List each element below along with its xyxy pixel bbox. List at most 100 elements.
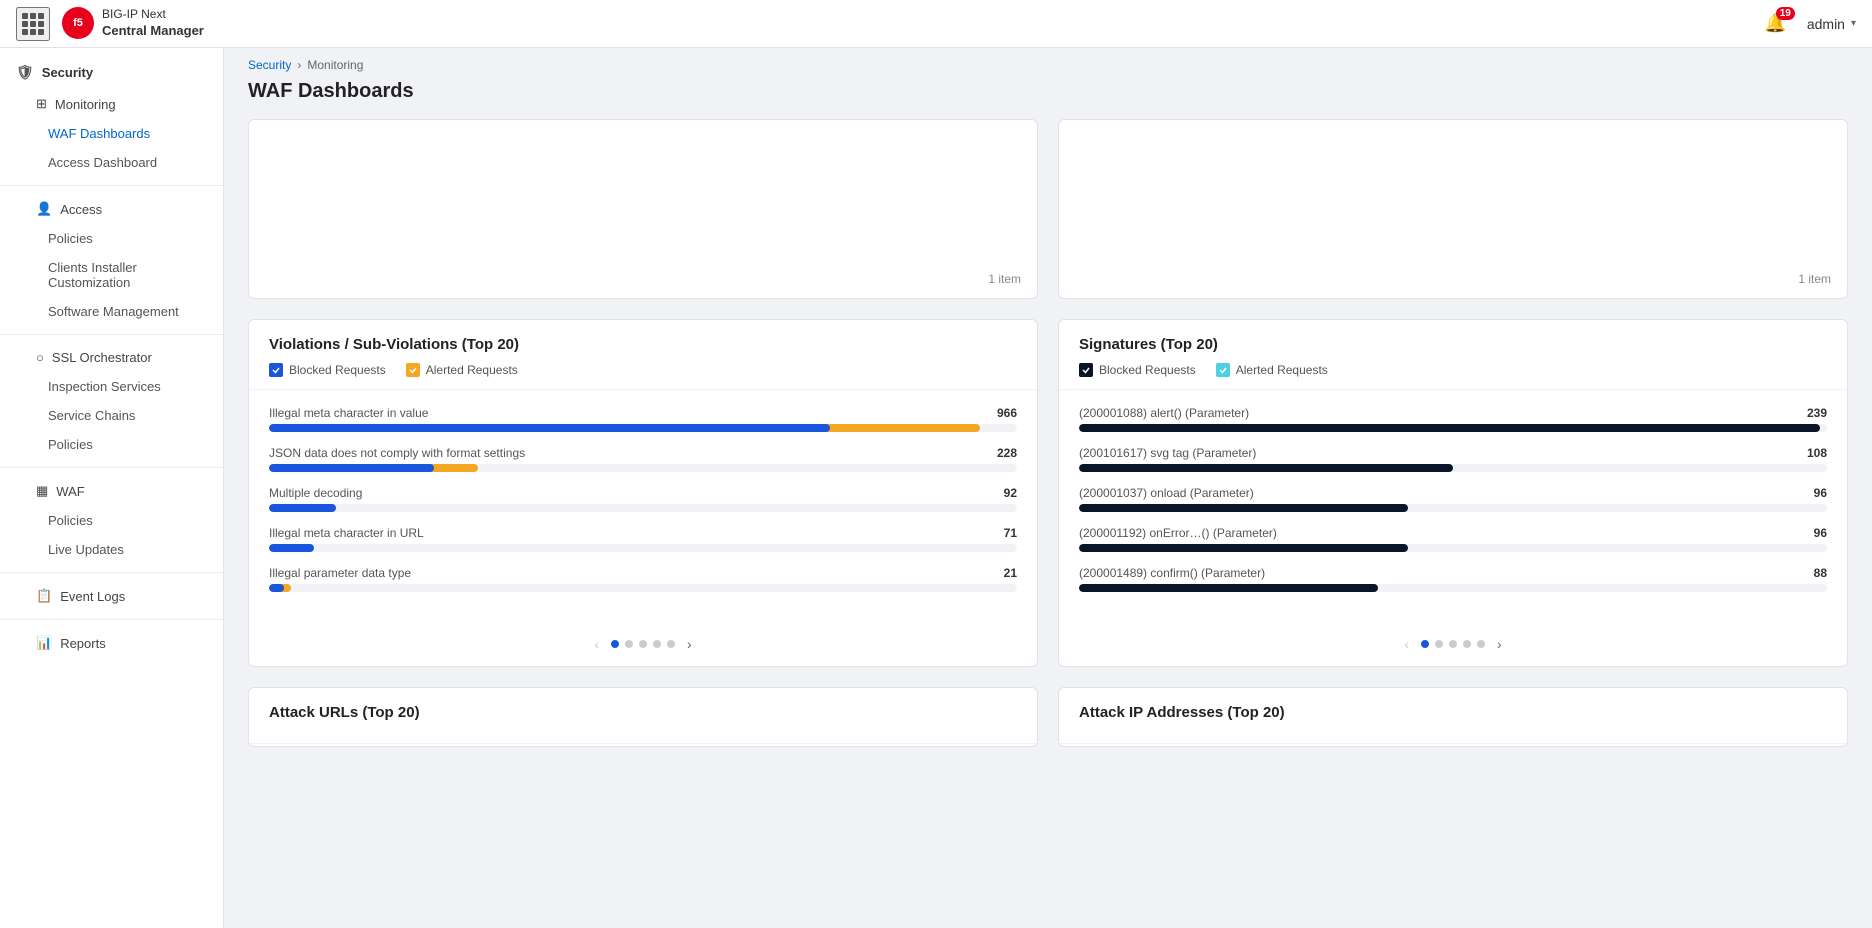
- violations-panel-title: Violations / Sub-Violations (Top 20): [269, 336, 1017, 353]
- bottom-right-panel: Attack IP Addresses (Top 20): [1058, 687, 1848, 747]
- person-icon: 👤: [36, 201, 52, 217]
- alerted-checkbox-yellow[interactable]: [406, 363, 420, 377]
- sig-bar-item-0: (200001088) alert() (Parameter) 239: [1079, 406, 1827, 432]
- f5-logo: f5: [62, 7, 94, 39]
- signatures-page-dot-1[interactable]: [1435, 640, 1443, 648]
- bar-track-1: [269, 464, 1017, 472]
- bar-label-3: Illegal meta character in URL: [269, 526, 424, 540]
- breadcrumb-security[interactable]: Security: [248, 58, 291, 72]
- signatures-legend-blocked: Blocked Requests: [1079, 363, 1196, 377]
- sidebar-item-waf-dashboards[interactable]: WAF Dashboards: [0, 119, 223, 148]
- sidebar-item-software[interactable]: Software Management: [0, 297, 223, 326]
- sidebar-item-policies-2[interactable]: Policies: [0, 430, 223, 459]
- violations-legend-blocked: Blocked Requests: [269, 363, 386, 377]
- sidebar-item-reports[interactable]: 📊 Reports: [0, 628, 223, 658]
- grid-menu-button[interactable]: [16, 7, 50, 41]
- signatures-page-dot-2[interactable]: [1449, 640, 1457, 648]
- bar-track-2: [269, 504, 1017, 512]
- breadcrumb-monitoring: Monitoring: [307, 58, 363, 72]
- bar-value-2: 92: [1004, 486, 1017, 500]
- sig-bar-item-2: (200001037) onload (Parameter) 96: [1079, 486, 1827, 512]
- sidebar-item-policies-3[interactable]: Policies: [0, 506, 223, 535]
- sig-bar-label-4: (200001489) confirm() (Parameter): [1079, 566, 1265, 580]
- sidebar-item-waf[interactable]: ▦ WAF: [0, 476, 223, 506]
- signatures-page-dot-4[interactable]: [1477, 640, 1485, 648]
- bottom-panels-row: Attack URLs (Top 20) Attack IP Addresses…: [248, 687, 1848, 747]
- sidebar-item-policies-1[interactable]: Policies: [0, 224, 223, 253]
- violations-prev-button[interactable]: ‹: [588, 634, 605, 654]
- top-panels-row: 1 item 1 item: [248, 119, 1848, 299]
- signatures-next-button[interactable]: ›: [1491, 634, 1508, 654]
- sig-bar-label-1: (200101617) svg tag (Parameter): [1079, 446, 1256, 460]
- sidebar-item-event-logs[interactable]: 📋 Event Logs: [0, 581, 223, 611]
- notification-button[interactable]: 🔔 19: [1760, 9, 1790, 38]
- waf-icon: ▦: [36, 483, 48, 499]
- sidebar-item-clients[interactable]: Clients Installer Customization: [0, 253, 223, 297]
- eventlogs-icon: 📋: [36, 588, 52, 604]
- signatures-prev-button[interactable]: ‹: [1398, 634, 1415, 654]
- bar-item-0: Illegal meta character in value 966: [269, 406, 1017, 432]
- bar-item-4: Illegal parameter data type 21: [269, 566, 1017, 592]
- sig-bar-item-4: (200001489) confirm() (Parameter) 88: [1079, 566, 1827, 592]
- violations-legend: Blocked Requests Alerted Requests: [269, 363, 1017, 377]
- topbar-left: f5 BIG-IP Next Central Manager: [16, 7, 204, 41]
- sig-bar-label-3: (200001192) onError…() (Parameter): [1079, 526, 1277, 540]
- sig-bar-track-4: [1079, 584, 1827, 592]
- violations-page-dot-1[interactable]: [625, 640, 633, 648]
- bar-track-4: [269, 584, 1017, 592]
- topbar-right: 🔔 19 admin ▾: [1760, 9, 1856, 38]
- bar-label-0: Illegal meta character in value: [269, 406, 428, 420]
- breadcrumb: Security › Monitoring: [224, 48, 1872, 76]
- sig-bar-label-2: (200001037) onload (Parameter): [1079, 486, 1254, 500]
- top-left-panel: 1 item: [248, 119, 1038, 299]
- violations-page-dot-3[interactable]: [653, 640, 661, 648]
- main-content: Security › Monitoring WAF Dashboards 1 i…: [224, 0, 1872, 928]
- sig-bar-blocked-3: [1079, 544, 1408, 552]
- sidebar-item-access[interactable]: 👤 Access: [0, 194, 223, 224]
- violations-page-dot-4[interactable]: [667, 640, 675, 648]
- sidebar-item-monitoring[interactable]: ⊞ Monitoring: [0, 89, 223, 119]
- breadcrumb-separator: ›: [297, 58, 301, 72]
- middle-panels-row: Violations / Sub-Violations (Top 20) Blo…: [248, 319, 1848, 667]
- bar-value-0: 966: [997, 406, 1017, 420]
- alerted-checkbox-teal[interactable]: [1216, 363, 1230, 377]
- bar-blocked-2: [269, 504, 336, 512]
- violations-panel-header: Violations / Sub-Violations (Top 20) Blo…: [249, 320, 1037, 390]
- signatures-panel: Signatures (Top 20) Blocked Requests: [1058, 319, 1848, 667]
- violations-page-dot-2[interactable]: [639, 640, 647, 648]
- sidebar-item-access-dashboard[interactable]: Access Dashboard: [0, 148, 223, 177]
- sidebar-divider-1: [0, 185, 223, 186]
- blocked-checkbox-blue[interactable]: [269, 363, 283, 377]
- user-menu[interactable]: admin ▾: [1807, 16, 1856, 32]
- bar-item-1: JSON data does not comply with format se…: [269, 446, 1017, 472]
- sidebar: 🛡 Security ⊞ Monitoring WAF Dashboards A…: [0, 0, 224, 928]
- sidebar-item-service-chains[interactable]: Service Chains: [0, 401, 223, 430]
- ssl-icon: ○: [36, 350, 44, 365]
- sig-bar-value-3: 96: [1814, 526, 1827, 540]
- top-left-item-count: 1 item: [988, 272, 1021, 286]
- blocked-checkbox-dark[interactable]: [1079, 363, 1093, 377]
- bar-value-4: 21: [1004, 566, 1017, 580]
- sig-bar-blocked-2: [1079, 504, 1408, 512]
- signatures-page-dot-3[interactable]: [1463, 640, 1471, 648]
- violations-panel: Violations / Sub-Violations (Top 20) Blo…: [248, 319, 1038, 667]
- signatures-page-dot-0[interactable]: [1421, 640, 1429, 648]
- violations-page-dot-0[interactable]: [611, 640, 619, 648]
- sig-alerted-label: Alerted Requests: [1236, 363, 1328, 377]
- violations-next-button[interactable]: ›: [681, 634, 698, 654]
- signatures-legend: Blocked Requests Alerted Requests: [1079, 363, 1827, 377]
- sidebar-item-inspection[interactable]: Inspection Services: [0, 372, 223, 401]
- sig-bar-track-1: [1079, 464, 1827, 472]
- bottom-left-panel-title: Attack URLs (Top 20): [269, 704, 1017, 721]
- bar-blocked-1: [269, 464, 434, 472]
- sidebar-section-security: 🛡 Security: [0, 48, 223, 89]
- user-name: admin: [1807, 16, 1845, 32]
- sidebar-item-live-updates[interactable]: Live Updates: [0, 535, 223, 564]
- bottom-right-panel-header: Attack IP Addresses (Top 20): [1059, 688, 1847, 744]
- sidebar-divider-2: [0, 334, 223, 335]
- sidebar-item-ssl-orchestrator[interactable]: ○ SSL Orchestrator: [0, 343, 223, 372]
- violations-pagination: ‹ ›: [249, 622, 1037, 666]
- bar-value-3: 71: [1004, 526, 1017, 540]
- violations-legend-alerted: Alerted Requests: [406, 363, 518, 377]
- notification-badge: 19: [1776, 7, 1795, 20]
